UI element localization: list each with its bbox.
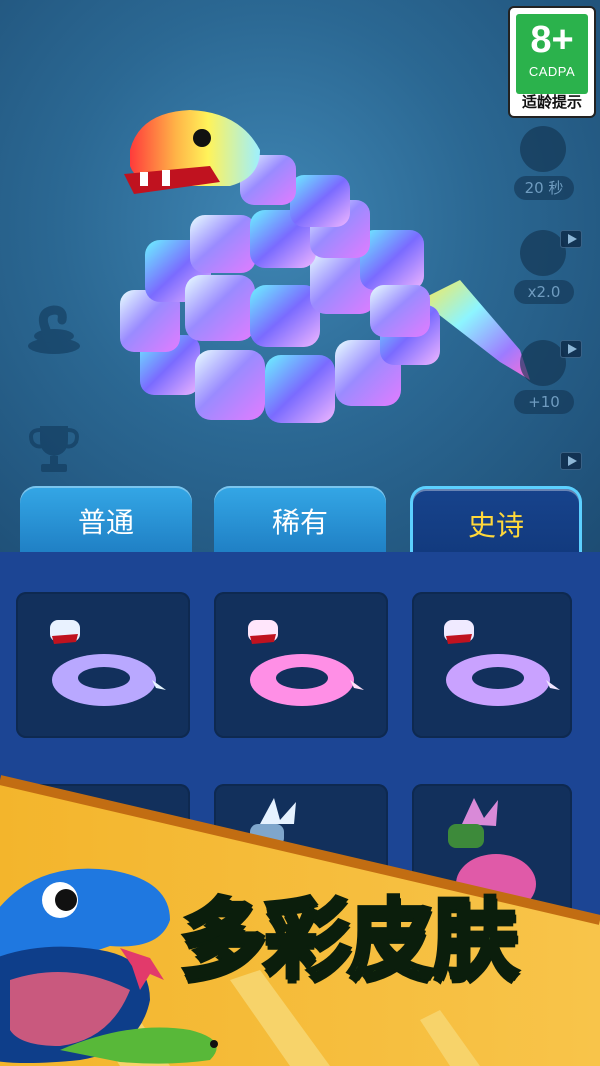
video-ad-icon[interactable] bbox=[560, 452, 582, 470]
snake-preview bbox=[100, 100, 560, 470]
age-rating-badge: 8+ CADPA 适龄提示 bbox=[508, 6, 596, 118]
age-rating-number: 8+ bbox=[530, 19, 574, 61]
age-rating-label: 适龄提示 bbox=[521, 93, 582, 111]
level-bonus: +10 bbox=[514, 390, 574, 414]
speed-booster[interactable]: x2.0 bbox=[514, 230, 582, 310]
skin-card-violet[interactable] bbox=[412, 592, 572, 738]
age-rating-org: CADPA bbox=[528, 64, 576, 79]
tab-rare[interactable]: 稀有 bbox=[214, 486, 386, 554]
video-ad-icon[interactable] bbox=[560, 230, 582, 248]
video-ad-icon[interactable] bbox=[560, 340, 582, 358]
promo-title: 多彩皮肤 bbox=[178, 888, 520, 992]
tab-common[interactable]: 普通 bbox=[20, 486, 192, 554]
magnet-booster[interactable]: 20 秒 bbox=[514, 126, 582, 206]
snake-coil-icon[interactable] bbox=[24, 300, 84, 360]
skin-card-pink[interactable] bbox=[214, 592, 388, 738]
trophy-icon[interactable] bbox=[24, 418, 84, 478]
magnet-icon bbox=[520, 126, 566, 172]
rarity-tabs: 普通 稀有 史诗 bbox=[0, 486, 600, 554]
skin-card-lavender[interactable] bbox=[16, 592, 190, 738]
skin-preview-stage: 20 秒 x2.0 +10 8+ CADPA 适龄提示 bbox=[0, 0, 600, 560]
tab-epic[interactable]: 史诗 bbox=[410, 486, 582, 554]
level-booster[interactable]: +10 bbox=[514, 340, 582, 420]
speed-multiplier: x2.0 bbox=[514, 280, 574, 304]
magnet-duration: 20 秒 bbox=[514, 176, 574, 200]
